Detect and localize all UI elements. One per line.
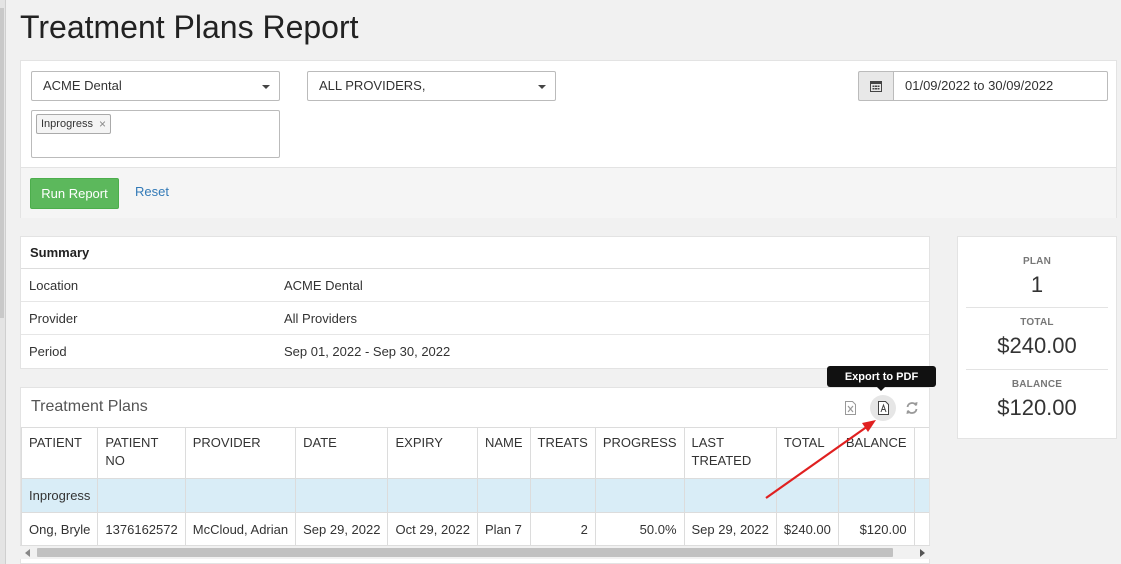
status-tag-label: Inprogress (41, 118, 93, 130)
column-header-expiry[interactable]: EXPIRY (387, 427, 478, 479)
cell-total: $240.00 (775, 512, 839, 546)
summary-label: Provider (29, 310, 78, 326)
cell-treats: 2 (529, 512, 596, 546)
treatment-plans-table: PATIENT PATIENT NO PROVIDER DATE EXPIRY … (21, 427, 929, 546)
column-header-last-treated[interactable]: LAST TREATED (683, 427, 777, 479)
plan-stat: PLAN 1 (966, 256, 1108, 298)
provider-select-value: ALL PROVIDERS, (319, 78, 426, 93)
provider-select[interactable]: ALL PROVIDERS, (307, 71, 556, 101)
group-row: Inprogress (21, 478, 929, 513)
location-select[interactable]: ACME Dental (31, 71, 280, 101)
cell-balance: $120.00 (837, 512, 915, 546)
column-header-total[interactable]: TOTAL (775, 427, 839, 479)
column-header-balance[interactable]: BALANCE (837, 427, 915, 479)
divider (966, 369, 1108, 370)
cell-provider: McCloud, Adrian (184, 512, 297, 546)
cell-name: Plan 7 (476, 512, 531, 546)
divider (966, 307, 1108, 308)
table-header-row: PATIENT PATIENT NO PROVIDER DATE EXPIRY … (21, 427, 929, 479)
summary-label: Location (29, 277, 79, 293)
balance-stat: BALANCE $120.00 (966, 379, 1108, 421)
scrollbar-thumb[interactable] (37, 548, 893, 557)
date-range-picker[interactable]: 01/09/2022 to 30/09/2022 (858, 71, 1108, 101)
date-range-input[interactable]: 01/09/2022 to 30/09/2022 (893, 71, 1108, 101)
cell-patient: Ong, Bryle (21, 512, 99, 546)
status-tag: Inprogress × (36, 114, 111, 134)
summary-label: Period (29, 344, 67, 359)
horizontal-scrollbar[interactable] (20, 545, 930, 559)
summary-value: Sep 01, 2022 - Sep 30, 2022 (284, 344, 451, 359)
cell-patient-no: 1376162572 (97, 512, 186, 546)
column-header-treats[interactable]: TREATS (529, 427, 596, 479)
total-stat-label: TOTAL (1020, 317, 1054, 328)
page-title: Treatment Plans Report (20, 9, 359, 45)
location-select-value: ACME Dental (43, 78, 122, 93)
total-stat: TOTAL $240.00 (966, 317, 1108, 359)
summary-panel: Summary Location ACME Dental Provider Al… (20, 236, 930, 369)
refresh-icon[interactable] (901, 398, 923, 418)
treatment-plans-panel: Treatment Plans PATIENT PATIENT NO PROVI… (20, 387, 930, 564)
tooltip-text: Export to PDF (844, 370, 919, 383)
column-header-overflow (913, 427, 929, 479)
balance-stat-value: $120.00 (997, 395, 1077, 420)
plan-stat-value: 1 (1030, 272, 1044, 297)
status-multiselect[interactable]: Inprogress × (31, 110, 280, 158)
tag-remove-icon[interactable]: × (99, 117, 106, 131)
group-label: Inprogress (21, 478, 99, 513)
left-edge-thumb (0, 8, 4, 318)
column-header-date[interactable]: DATE (295, 427, 389, 479)
summary-value: All Providers (284, 310, 357, 326)
export-pdf-tooltip: Export to PDF (827, 366, 936, 391)
cell-last-treated: Sep 29, 2022 (683, 512, 777, 546)
column-header-progress[interactable]: PROGRESS (594, 427, 685, 479)
balance-stat-label: BALANCE (1011, 379, 1063, 390)
summary-value: ACME Dental (284, 277, 363, 293)
column-header-provider[interactable]: PROVIDER (184, 427, 297, 479)
summary-heading: Summary (21, 237, 929, 269)
filter-footer: Run Report Reset (21, 167, 1116, 218)
stats-panel: PLAN 1 TOTAL $240.00 BALANCE $120.00 (957, 236, 1117, 439)
reset-link[interactable]: Reset (135, 184, 169, 199)
calendar-icon[interactable] (858, 71, 893, 101)
summary-row-period: Period Sep 01, 2022 - Sep 30, 2022 (21, 335, 929, 368)
column-header-name[interactable]: NAME (476, 427, 531, 479)
chevron-down-icon (538, 85, 546, 89)
column-header-patient-no[interactable]: PATIENT NO (97, 427, 186, 479)
scroll-right-icon[interactable] (920, 549, 925, 557)
cell-progress: 50.0% (594, 512, 685, 546)
tooltip-arrow (877, 387, 885, 391)
cell-expiry: Oct 29, 2022 (387, 512, 478, 546)
table-row[interactable]: Ong, Bryle 1376162572 McCloud, Adrian Se… (21, 512, 929, 546)
pdf-export-icon[interactable] (870, 395, 896, 421)
column-header-patient[interactable]: PATIENT (21, 427, 99, 479)
excel-export-icon[interactable] (839, 398, 861, 418)
total-stat-value: $240.00 (997, 333, 1077, 358)
run-report-button[interactable]: Run Report (30, 178, 119, 209)
treatment-plans-title: Treatment Plans (31, 398, 148, 415)
left-edge-scrollbar (0, 0, 6, 564)
cell-date: Sep 29, 2022 (295, 512, 389, 546)
filter-panel: ACME Dental ALL PROVIDERS, Inprogress × … (20, 60, 1117, 218)
chevron-down-icon (262, 85, 270, 89)
scroll-left-icon[interactable] (25, 549, 30, 557)
plan-stat-label: PLAN (1022, 256, 1052, 267)
summary-row-location: Location ACME Dental (21, 269, 929, 302)
summary-row-provider: Provider All Providers (21, 302, 929, 335)
